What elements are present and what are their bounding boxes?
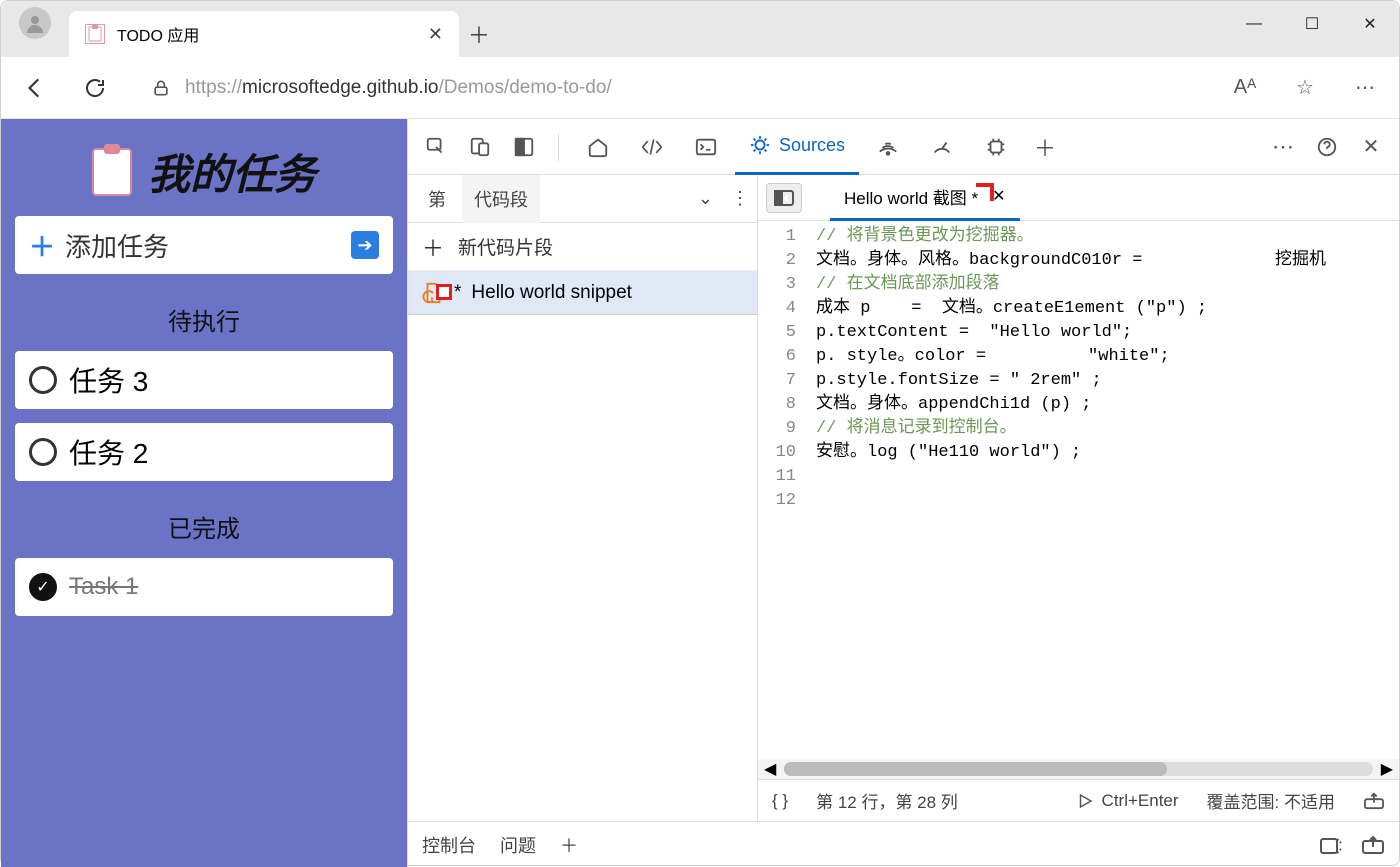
new-tab-button[interactable]: ＋ <box>459 11 499 57</box>
devtools-drawer: 控制台 问题 ＋ <box>408 821 1399 867</box>
refresh-button[interactable] <box>77 70 113 106</box>
favorite-button[interactable]: ☆ <box>1287 70 1323 106</box>
add-task-input[interactable]: ＋ 添加任务 ➔ <box>15 216 393 274</box>
toggle-navigator-button[interactable] <box>766 183 802 213</box>
drawer-issues-tab[interactable]: 问题 <box>500 832 536 858</box>
device-emulation-icon[interactable] <box>460 127 500 167</box>
code-editor[interactable]: 123456789101112 // 将背景色更改为挖掘器。文档。身体。风格。b… <box>758 221 1399 759</box>
checkbox-icon[interactable] <box>29 438 57 466</box>
pending-header: 待执行 <box>15 302 393 337</box>
url-text: https://microsoftedge.github.io/Demos/de… <box>185 77 612 99</box>
checkbox-checked-icon[interactable]: ✓ <box>29 573 57 601</box>
dock-side-icon[interactable] <box>504 127 544 167</box>
scroll-right-icon[interactable]: ▶ <box>1381 759 1393 779</box>
snippet-file-icon <box>422 282 444 304</box>
new-snippet-button[interactable]: ＋ 新代码片段 <box>408 223 757 271</box>
reader-mode-button[interactable]: Aᴬ <box>1227 70 1263 106</box>
welcome-tab[interactable] <box>573 119 623 175</box>
performance-tab[interactable] <box>917 119 967 175</box>
cursor-position: 第 12 行，第 28 列 <box>816 788 958 813</box>
navigator-tab-page[interactable]: 第 <box>416 175 458 223</box>
sources-tab[interactable]: Sources <box>735 119 859 175</box>
navigator-tab-snippets[interactable]: 代码段 <box>462 175 540 223</box>
tab-favicon-icon <box>85 24 105 44</box>
horizontal-scrollbar[interactable]: ◀ ▶ <box>758 759 1399 779</box>
snippet-item-prefix: * <box>454 282 461 304</box>
task-item-done[interactable]: ✓ Task 1 <box>15 558 393 616</box>
chevron-down-icon[interactable]: ⌄ <box>698 188 713 209</box>
snippet-item[interactable]: * Hello world snippet <box>408 271 757 315</box>
inspect-element-icon[interactable] <box>416 127 456 167</box>
minimize-button[interactable]: — <box>1225 1 1283 47</box>
tab-title: TODO 应用 <box>117 22 199 46</box>
line-gutter: 123456789101112 <box>758 221 806 759</box>
devtools: Sources ＋ ⋯ ✕ 第 代码段 <box>407 119 1399 867</box>
pretty-print-button[interactable]: { } <box>772 791 788 811</box>
drawer-console-tab[interactable]: 控制台 <box>422 832 476 858</box>
scrollbar-thumb[interactable] <box>784 762 1166 776</box>
editor-tabs: Hello world 截图 * ✕ <box>758 175 1399 221</box>
close-window-button[interactable]: ✕ <box>1341 1 1399 47</box>
submit-arrow-icon[interactable]: ➔ <box>351 231 379 259</box>
editor-status-bar: { } 第 12 行，第 28 列 Ctrl+Enter 覆盖范围: 不适用 <box>758 779 1399 821</box>
devtools-body: 第 代码段 ⌄ ⋮ ＋ 新代码片段 * Hello world snippet <box>408 175 1399 821</box>
upload-icon[interactable] <box>1363 792 1385 810</box>
more-tabs-button[interactable]: ＋ <box>1025 127 1065 167</box>
clipboard-icon <box>92 148 132 196</box>
snippets-navigator: 第 代码段 ⌄ ⋮ ＋ 新代码片段 * Hello world snippet <box>408 175 758 821</box>
window-controls: — ☐ ✕ <box>1225 1 1399 47</box>
url-box[interactable]: https://microsoftedge.github.io/Demos/de… <box>137 66 1203 110</box>
done-header: 已完成 <box>15 509 393 544</box>
drawer-add-tab[interactable]: ＋ <box>560 832 578 858</box>
more-button[interactable]: ⋯ <box>1347 70 1383 106</box>
devtools-more-button[interactable]: ⋯ <box>1263 127 1303 167</box>
tab-close-icon[interactable]: ✕ <box>428 24 443 45</box>
main-content: 我的任务 ＋ 添加任务 ➔ 待执行 任务 3 任务 2 已完成 ✓ Task 1 <box>1 119 1399 867</box>
scroll-left-icon[interactable]: ◀ <box>764 759 776 779</box>
address-bar: https://microsoftedge.github.io/Demos/de… <box>1 57 1399 119</box>
editor-tab[interactable]: Hello world 截图 * ✕ <box>830 175 1020 221</box>
task-item[interactable]: 任务 3 <box>15 351 393 409</box>
elements-tab[interactable] <box>627 119 677 175</box>
close-devtools-button[interactable]: ✕ <box>1351 127 1391 167</box>
code-content[interactable]: // 将背景色更改为挖掘器。文档。身体。风格。backgroundC010r =… <box>806 221 1399 759</box>
coverage-info: 覆盖范围: 不适用 <box>1207 788 1335 813</box>
close-editor-tab-icon[interactable]: ✕ <box>992 186 1005 206</box>
task-item[interactable]: 任务 2 <box>15 423 393 481</box>
editor-tab-name: Hello world 截图 * <box>844 184 978 209</box>
editor: Hello world 截图 * ✕ 123456789101112 // 将背… <box>758 175 1399 821</box>
task-label: 任务 3 <box>69 360 148 400</box>
console-tab[interactable] <box>681 119 731 175</box>
back-button[interactable] <box>17 70 53 106</box>
maximize-button[interactable]: ☐ <box>1283 1 1341 47</box>
plus-icon: ＋ <box>29 227 55 264</box>
checkbox-icon[interactable] <box>29 366 57 394</box>
navigator-more-icon[interactable]: ⋮ <box>731 188 749 209</box>
highlight-corner-icon <box>976 183 994 201</box>
lock-icon <box>151 78 171 98</box>
titlebar: TODO 应用 ✕ ＋ — ☐ ✕ <box>1 1 1399 57</box>
memory-tab[interactable] <box>971 119 1021 175</box>
devtools-toolbar: Sources ＋ ⋯ ✕ <box>408 119 1399 175</box>
add-task-label: 添加任务 <box>65 227 169 264</box>
drawer-icon-1[interactable] <box>1319 835 1343 855</box>
task-label: Task 1 <box>69 573 138 601</box>
network-tab[interactable] <box>863 119 913 175</box>
run-snippet-button[interactable]: Ctrl+Enter <box>1076 791 1179 811</box>
page-title: 我的任务 <box>15 141 393 202</box>
plus-icon: ＋ <box>422 231 444 263</box>
browser-tab[interactable]: TODO 应用 ✕ <box>69 11 459 57</box>
task-label: 任务 2 <box>69 432 148 472</box>
drawer-icon-2[interactable] <box>1361 835 1385 855</box>
help-button[interactable] <box>1307 127 1347 167</box>
page-preview: 我的任务 ＋ 添加任务 ➔ 待执行 任务 3 任务 2 已完成 ✓ Task 1 <box>1 119 407 867</box>
navigator-tabs: 第 代码段 ⌄ ⋮ <box>408 175 757 223</box>
profile-avatar[interactable] <box>19 7 51 39</box>
highlight-box-icon <box>436 284 452 300</box>
snippet-item-name: Hello world snippet <box>471 282 632 304</box>
